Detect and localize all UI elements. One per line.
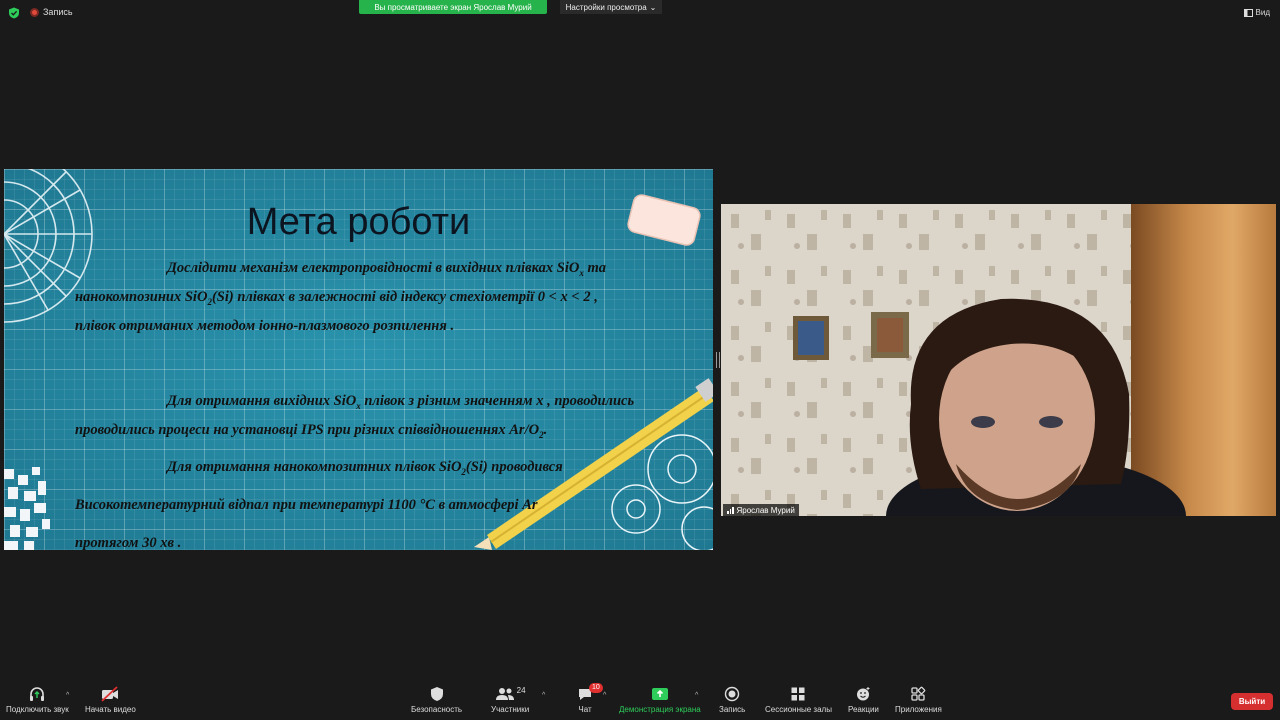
record-icon	[724, 686, 740, 702]
view-button[interactable]: Вид	[1243, 8, 1270, 17]
chevron-down-icon: ⌄	[649, 2, 657, 12]
slide-paragraph-3-line-1: Для отримання нанокомпозитних плівок SiO…	[167, 459, 563, 477]
share-screen-label: Демонстрация экрана	[619, 705, 701, 714]
view-options-label: Настройки просмотра	[565, 2, 647, 12]
apps-button[interactable]: Приложения	[895, 686, 942, 714]
slide-paragraph-3-line-2: Високотемпературний відпал при температу…	[75, 497, 538, 513]
chat-unread-badge: 10	[589, 683, 603, 693]
slide-paragraph-1-line-1: Дослідити механізм електропровідності в …	[167, 260, 606, 278]
record-dot-icon	[30, 7, 39, 17]
shared-screen-slide: Мета роботи Дослідити механізм електропр…	[4, 169, 713, 550]
view-button-label: Вид	[1255, 8, 1270, 17]
chat-options-caret[interactable]: ^	[603, 692, 606, 699]
headphones-icon	[30, 687, 45, 701]
leave-label: Выйти	[1238, 697, 1266, 706]
participants-label: Участники	[491, 705, 530, 714]
record-label: Запись	[719, 705, 746, 714]
view-icon	[1243, 8, 1253, 17]
breakout-rooms-button[interactable]: Сессионные залы	[765, 686, 832, 714]
reactions-button[interactable]: Реакции	[848, 686, 879, 714]
start-video-label: Начать видео	[85, 705, 136, 714]
participant-video[interactable]	[721, 204, 1276, 516]
reactions-label: Реакции	[848, 705, 879, 714]
participants-button[interactable]: 24 Участники	[491, 686, 529, 714]
share-screen-icon	[651, 688, 668, 700]
viewing-banner-text: Вы просматриваете экран Ярослав Мурий	[374, 2, 532, 12]
record-button[interactable]: Запись	[719, 686, 745, 714]
participants-count: 24	[516, 686, 526, 695]
slide-paragraph-1-line-2: нанокомпозиних SiO2(Si) плівках в залежн…	[75, 289, 598, 307]
join-audio-button[interactable]: Подключить звук	[6, 686, 69, 714]
apps-label: Приложения	[895, 705, 942, 714]
meeting-toolbar: Подключить звук ^ Начать видео Безопасно…	[0, 680, 1280, 720]
slide-paragraph-2-line-2: проводились процеси на установці IPS при…	[75, 422, 548, 440]
chat-button[interactable]: 10 Чат	[577, 683, 603, 714]
slide-paragraph-3-line-3: протягом 30 хв .	[75, 535, 182, 550]
join-audio-label: Подключить звук	[6, 705, 69, 714]
chat-label: Чат	[578, 705, 592, 714]
start-video-button[interactable]: Начать видео	[85, 686, 136, 714]
participant-name: Ярослав Мурий	[736, 505, 795, 515]
security-button[interactable]: Безопасность	[411, 686, 462, 714]
video-off-icon	[101, 686, 119, 702]
participants-options-caret[interactable]: ^	[542, 692, 545, 699]
slide-title: Мета роботи	[246, 201, 471, 243]
security-label: Безопасность	[411, 705, 463, 714]
recording-indicator[interactable]: Запись	[30, 7, 73, 17]
apps-icon	[911, 686, 926, 701]
share-options-caret[interactable]: ^	[695, 692, 698, 699]
participant-name-tag: Ярослав Мурий	[723, 504, 799, 516]
participants-icon	[495, 688, 514, 700]
breakout-rooms-label: Сессионные залы	[765, 705, 832, 714]
leave-button[interactable]: Выйти	[1231, 693, 1273, 710]
audio-options-caret[interactable]: ^	[66, 692, 69, 699]
breakout-rooms-icon	[791, 687, 805, 701]
recording-label: Запись	[43, 7, 73, 17]
view-options-button[interactable]: Настройки просмотра ⌄	[560, 0, 662, 14]
viewing-banner: Вы просматриваете экран Ярослав Мурий	[359, 0, 547, 14]
panel-resize-handle[interactable]	[716, 352, 720, 368]
share-screen-button[interactable]: Демонстрация экрана	[619, 686, 701, 714]
video-frame-illustration	[721, 204, 1276, 516]
top-bar: Запись Вы просматриваете экран Ярослав М…	[0, 0, 1280, 26]
slide-paragraph-2-line-1: Для отримання вихідних SiOx плівок з різ…	[167, 393, 635, 411]
signal-icon	[727, 506, 734, 514]
reactions-icon	[857, 687, 870, 701]
shield-icon[interactable]	[8, 7, 20, 19]
slide-paragraph-1-line-3: плівок отриманих методом іонно-плазмовог…	[75, 318, 455, 334]
security-shield-icon	[430, 687, 443, 701]
